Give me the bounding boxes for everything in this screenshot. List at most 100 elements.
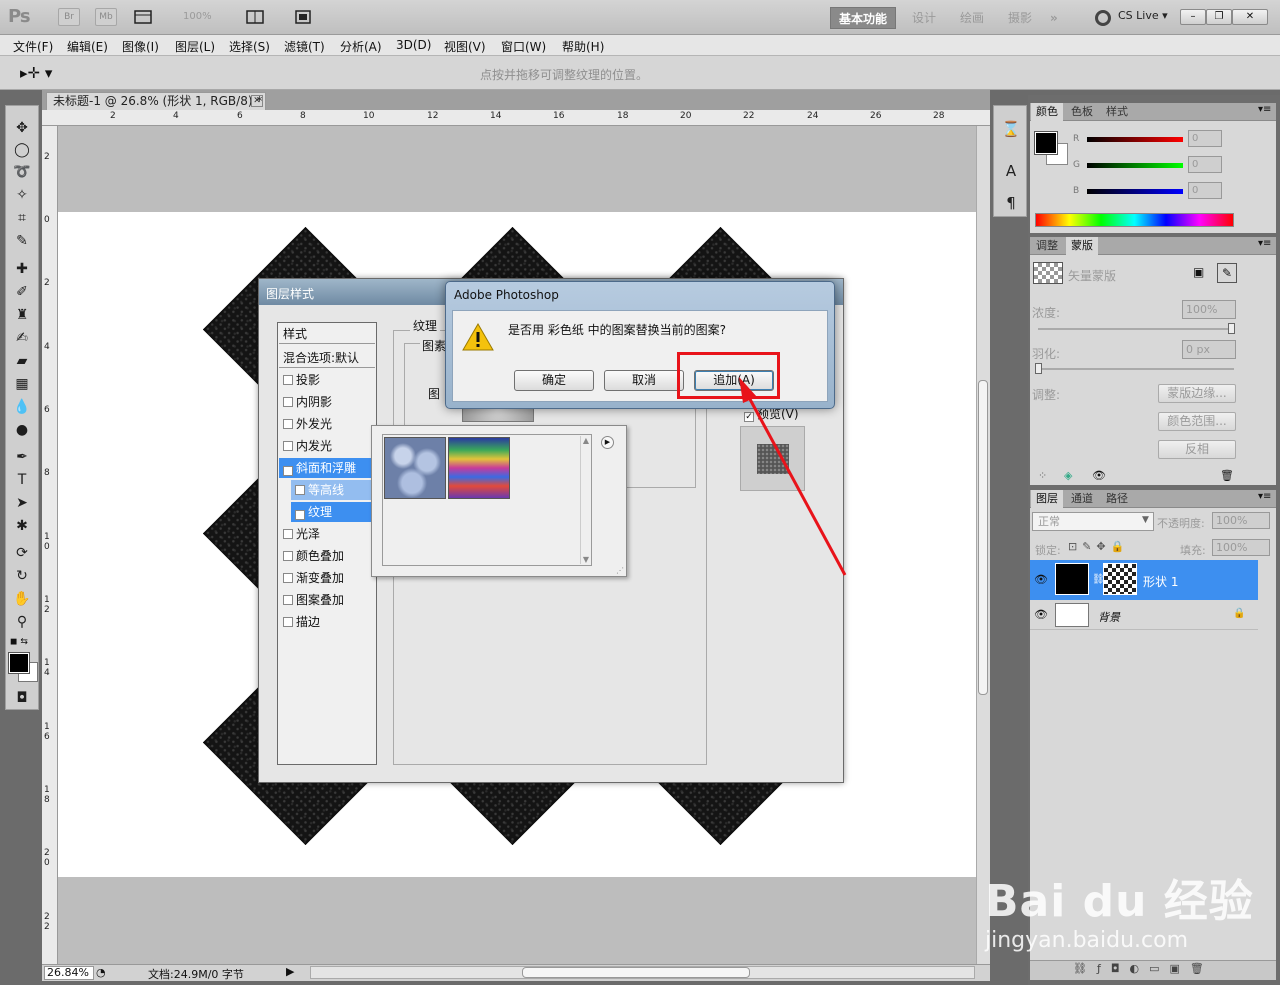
- pattern-rainbow-swatch[interactable]: [448, 437, 510, 499]
- move-tool-preset-icon[interactable]: ▸✛ ▾: [20, 64, 52, 82]
- default-colors-icon[interactable]: ◼ ⇆: [10, 637, 28, 647]
- style-item-texture[interactable]: ✓ 纹理: [291, 502, 371, 522]
- zoom-percent-field[interactable]: 26.84%: [44, 966, 94, 980]
- status-info-icon[interactable]: ◔: [96, 966, 106, 979]
- bridge-button[interactable]: Br: [58, 8, 80, 26]
- pattern-bubbles-swatch[interactable]: [384, 437, 446, 499]
- mask-visibility-eye-icon[interactable]: 👁: [1092, 469, 1106, 482]
- tab-layers[interactable]: 图层: [1031, 490, 1063, 508]
- menu-filter[interactable]: 滤镜(T): [284, 38, 325, 55]
- style-item-inner-glow[interactable]: 内发光: [279, 436, 375, 456]
- workspace-essentials[interactable]: 基本功能: [830, 7, 897, 29]
- style-item-drop-shadow[interactable]: 投影: [279, 370, 375, 390]
- crop-tool-icon[interactable]: ⌗: [11, 208, 33, 228]
- resize-grip-icon[interactable]: ⋰: [616, 566, 624, 575]
- eraser-tool-icon[interactable]: ▰: [11, 351, 33, 371]
- blur-tool-icon[interactable]: 💧: [11, 397, 33, 417]
- style-item-inner-shadow[interactable]: 内阴影: [279, 392, 375, 412]
- layer-visibility-eye-icon[interactable]: 👁: [1034, 573, 1048, 586]
- marquee-tool-icon[interactable]: ◯: [11, 140, 33, 160]
- tab-channels[interactable]: 通道: [1066, 490, 1098, 508]
- dodge-tool-icon[interactable]: ●: [11, 420, 33, 440]
- load-selection-icon[interactable]: ⁘: [1038, 469, 1047, 482]
- color-spectrum[interactable]: [1035, 213, 1234, 227]
- color-range-button[interactable]: 颜色范围...: [1158, 412, 1236, 431]
- history-brush-tool-icon[interactable]: ✍: [11, 328, 33, 348]
- healing-brush-tool-icon[interactable]: ✚: [11, 259, 33, 279]
- screen-mode-icon[interactable]: [293, 8, 313, 26]
- blending-options-default[interactable]: 混合选项:默认: [279, 348, 375, 368]
- styles-header[interactable]: 样式: [279, 324, 375, 344]
- blue-value-field[interactable]: 0: [1188, 182, 1222, 199]
- feather-slider-handle[interactable]: [1035, 363, 1042, 374]
- brush-tool-icon[interactable]: ✐: [11, 282, 33, 302]
- opacity-field[interactable]: 100%: [1212, 512, 1270, 529]
- tab-paths[interactable]: 路径: [1101, 490, 1133, 508]
- cancel-button[interactable]: 取消: [604, 370, 684, 391]
- quick-select-tool-icon[interactable]: ✧: [11, 185, 33, 205]
- feather-field[interactable]: 0 px: [1182, 340, 1236, 359]
- style-item-outer-glow[interactable]: 外发光: [279, 414, 375, 434]
- checkbox[interactable]: [283, 551, 293, 561]
- fill-field[interactable]: 100%: [1212, 539, 1270, 556]
- panel-foreground-swatch[interactable]: [1034, 131, 1058, 155]
- checkbox-checked[interactable]: ✓: [295, 510, 305, 520]
- checkbox[interactable]: [295, 485, 305, 495]
- paragraph-panel-icon[interactable]: ¶: [1000, 192, 1022, 214]
- layer-name[interactable]: 形状 1: [1143, 573, 1178, 590]
- shape-tool-icon[interactable]: ✱: [11, 516, 33, 536]
- checkbox[interactable]: [283, 617, 293, 627]
- view-extras-icon[interactable]: [133, 8, 153, 26]
- green-slider[interactable]: [1087, 163, 1183, 168]
- delete-mask-icon[interactable]: 🗑: [1220, 469, 1234, 482]
- apply-mask-icon[interactable]: ◈: [1064, 469, 1072, 482]
- checkbox[interactable]: [283, 595, 293, 605]
- tab-color[interactable]: 颜色: [1031, 103, 1063, 121]
- checkbox-checked[interactable]: ✓: [283, 466, 293, 476]
- ok-button[interactable]: 确定: [514, 370, 594, 391]
- menu-select[interactable]: 选择(S): [229, 38, 270, 55]
- pixel-mask-icon[interactable]: ▣: [1193, 265, 1204, 279]
- workspace-painting[interactable]: 绘画: [952, 7, 992, 29]
- menu-file[interactable]: 文件(F): [13, 38, 53, 55]
- lasso-tool-icon[interactable]: ➰: [11, 162, 33, 182]
- history-panel-icon[interactable]: ⌛: [1000, 118, 1022, 140]
- path-select-tool-icon[interactable]: ➤: [11, 493, 33, 513]
- checkbox[interactable]: [283, 419, 293, 429]
- density-field[interactable]: 100%: [1182, 300, 1236, 319]
- tab-styles[interactable]: 样式: [1101, 103, 1133, 121]
- density-slider[interactable]: [1038, 328, 1234, 330]
- style-item-bevel-emboss[interactable]: ✓ 斜面和浮雕: [279, 458, 371, 478]
- tab-swatches[interactable]: 色板: [1066, 103, 1098, 121]
- checkbox[interactable]: [283, 441, 293, 451]
- menu-help[interactable]: 帮助(H): [562, 38, 604, 55]
- checkbox[interactable]: [283, 529, 293, 539]
- character-panel-icon[interactable]: A: [1000, 160, 1022, 182]
- minimize-button[interactable]: –: [1180, 9, 1206, 25]
- mini-bridge-button[interactable]: Mb: [95, 8, 117, 26]
- checkbox[interactable]: [283, 397, 293, 407]
- pen-tool-icon[interactable]: ✒: [11, 447, 33, 467]
- style-item-satin[interactable]: 光泽: [279, 524, 375, 544]
- red-value-field[interactable]: 0: [1188, 130, 1222, 147]
- blend-mode-select[interactable]: 正常: [1032, 512, 1154, 531]
- cs-live-icon[interactable]: [1095, 10, 1111, 26]
- zoom-level-display[interactable]: 100%: [183, 11, 212, 22]
- layer-name[interactable]: 背景: [1098, 609, 1120, 625]
- panel-menu-icon[interactable]: ▾≡: [1258, 104, 1271, 115]
- quick-mask-icon[interactable]: ◘: [11, 688, 33, 708]
- close-button[interactable]: ✕: [1232, 9, 1268, 25]
- pattern-grid-scrollbar[interactable]: ▲ ▼: [580, 436, 591, 564]
- menu-3d[interactable]: 3D(D): [396, 38, 431, 52]
- tab-adjustments[interactable]: 调整: [1031, 237, 1063, 255]
- layer-actions-icons[interactable]: ⛓ƒ◘◐▭▣🗑: [1073, 962, 1214, 975]
- pattern-menu-icon[interactable]: ▶: [601, 436, 614, 449]
- clone-stamp-tool-icon[interactable]: ♜: [11, 305, 33, 325]
- vector-mask-icon[interactable]: ✎: [1217, 263, 1237, 283]
- layer-visibility-eye-icon[interactable]: 👁: [1034, 608, 1048, 621]
- status-menu-arrow-icon[interactable]: ▶: [286, 965, 294, 978]
- style-item-contour[interactable]: 等高线: [291, 480, 371, 500]
- foreground-color-swatch[interactable]: [8, 652, 30, 674]
- panel-menu-icon[interactable]: ▾≡: [1258, 238, 1271, 249]
- menu-view[interactable]: 视图(V): [444, 38, 486, 55]
